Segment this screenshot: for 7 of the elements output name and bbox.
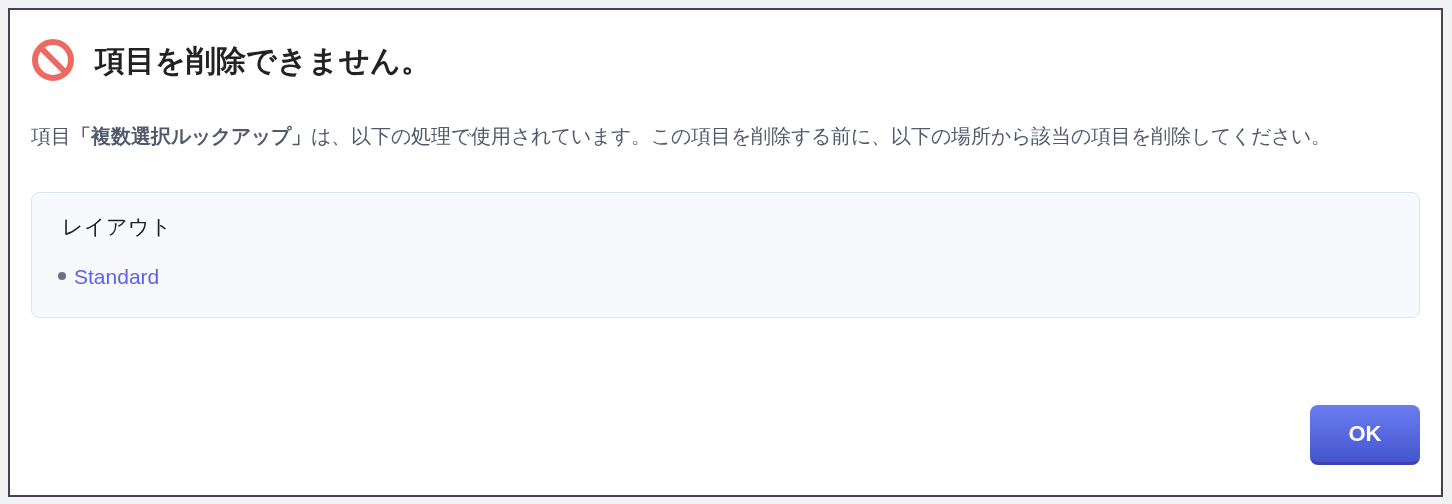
prohibited-icon: [31, 38, 75, 82]
dialog-message: 項目「複数選択ルックアップ」は、以下の処理で使用されています。この項目を削除する前に、以下の場所から該当の項目を削除してください。: [31, 124, 1332, 149]
layout-link[interactable]: Standard: [74, 260, 160, 292]
bullet-icon: [58, 272, 66, 281]
usage-heading: レイアウト: [62, 214, 173, 240]
ok-button[interactable]: OK: [1310, 405, 1420, 465]
dialog-title: 項目を削除できません。: [95, 42, 431, 79]
